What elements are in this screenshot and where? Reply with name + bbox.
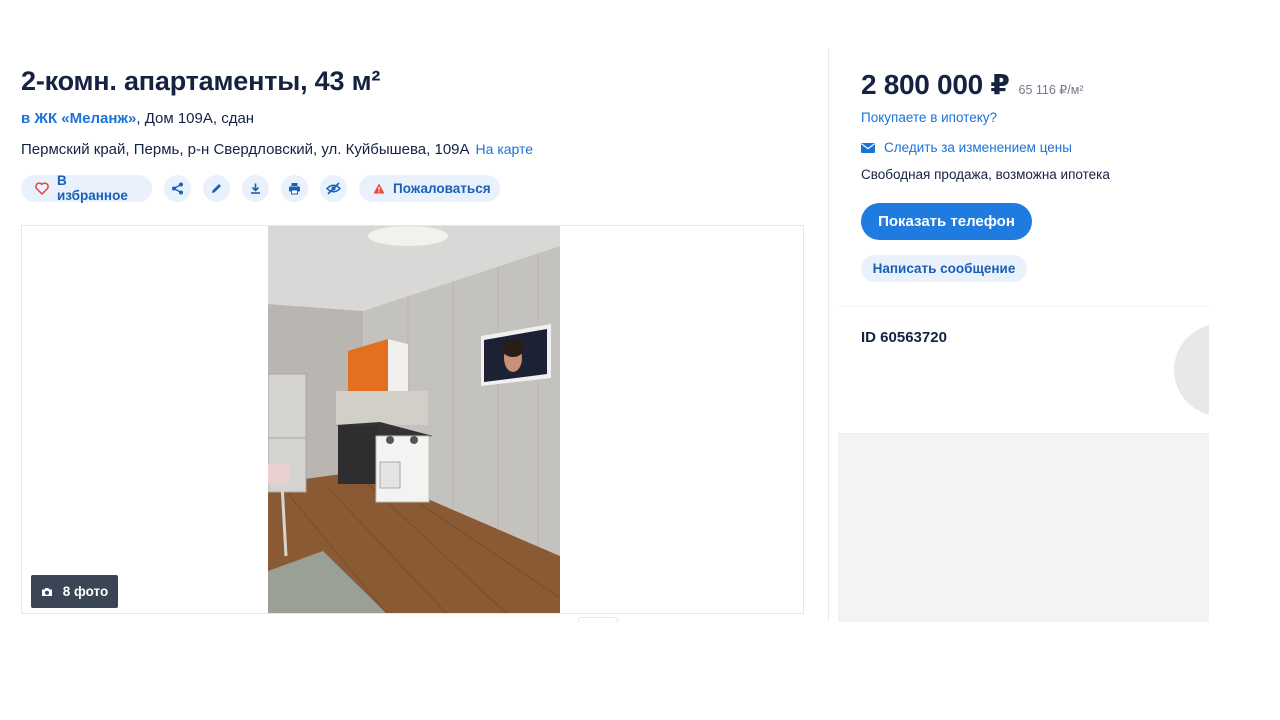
price-per-meter: 65 116 ₽/м² bbox=[1018, 83, 1084, 97]
apartment-photo-illustration bbox=[268, 226, 560, 613]
printer-icon bbox=[288, 182, 301, 195]
main-photo[interactable] bbox=[268, 226, 560, 613]
price-block: 2 800 000 ₽ 65 116 ₽/м² bbox=[861, 68, 1084, 101]
address-text: Пермский край, Пермь, р-н Свердловский, … bbox=[21, 141, 470, 158]
hide-button[interactable] bbox=[320, 174, 347, 202]
share-button[interactable] bbox=[164, 174, 191, 202]
edit-button[interactable] bbox=[203, 174, 230, 202]
price-value: 2 800 000 ₽ bbox=[861, 69, 1010, 100]
pencil-icon bbox=[210, 182, 223, 195]
eye-off-icon bbox=[326, 181, 341, 195]
complex-line: в ЖК «Меланж», Дом 109А, сдан bbox=[21, 110, 254, 127]
favorite-button[interactable]: В избранное bbox=[21, 173, 152, 203]
column-divider bbox=[828, 48, 829, 622]
complex-details: , Дом 109А, сдан bbox=[136, 110, 255, 127]
sale-type: Свободная продажа, возможна ипотека bbox=[861, 167, 1110, 182]
photo-count-label: 8 фото bbox=[62, 584, 109, 599]
photo-gallery[interactable]: 8 фото bbox=[21, 225, 804, 614]
print-button[interactable] bbox=[281, 174, 308, 202]
camera-icon bbox=[41, 587, 53, 597]
sidebar: 2 800 000 ₽ 65 116 ₽/м² Покупаете в ипот… bbox=[838, 48, 1209, 622]
download-button[interactable] bbox=[242, 174, 269, 202]
address-line: Пермский край, Пермь, р-н Свердловский, … bbox=[21, 141, 533, 158]
track-price-label: Следить за изменением цены bbox=[884, 140, 1072, 155]
warning-icon bbox=[373, 183, 385, 194]
photo-count-badge[interactable]: 8 фото bbox=[31, 575, 118, 608]
download-icon bbox=[249, 182, 262, 195]
heart-icon bbox=[35, 181, 49, 195]
report-button[interactable]: Пожаловаться bbox=[359, 174, 500, 202]
listing-title: 2-комн. апартаменты, 43 м² bbox=[21, 66, 381, 96]
track-price-link[interactable]: Следить за изменением цены bbox=[861, 140, 1072, 155]
send-message-button[interactable]: Написать сообщение bbox=[861, 255, 1027, 282]
price-card: 2 800 000 ₽ 65 116 ₽/м² Покупаете в ипот… bbox=[838, 48, 1209, 306]
share-icon bbox=[171, 182, 184, 195]
show-phone-button[interactable]: Показать телефон bbox=[861, 203, 1032, 240]
listing-id: ID 60563720 bbox=[861, 329, 947, 346]
avatar[interactable] bbox=[1174, 324, 1209, 416]
envelope-icon bbox=[861, 142, 875, 153]
mortgage-link[interactable]: Покупаете в ипотеку? bbox=[861, 110, 997, 125]
complex-link[interactable]: в ЖК «Меланж» bbox=[21, 110, 136, 127]
favorite-label: В избранное bbox=[57, 173, 128, 203]
thumbnail-strip-hint bbox=[578, 617, 618, 623]
action-bar: В избранное Пожаловаться bbox=[21, 173, 500, 203]
agent-card: ID 60563720 bbox=[838, 307, 1209, 434]
map-link[interactable]: На карте bbox=[476, 141, 534, 157]
report-label: Пожаловаться bbox=[393, 180, 491, 196]
